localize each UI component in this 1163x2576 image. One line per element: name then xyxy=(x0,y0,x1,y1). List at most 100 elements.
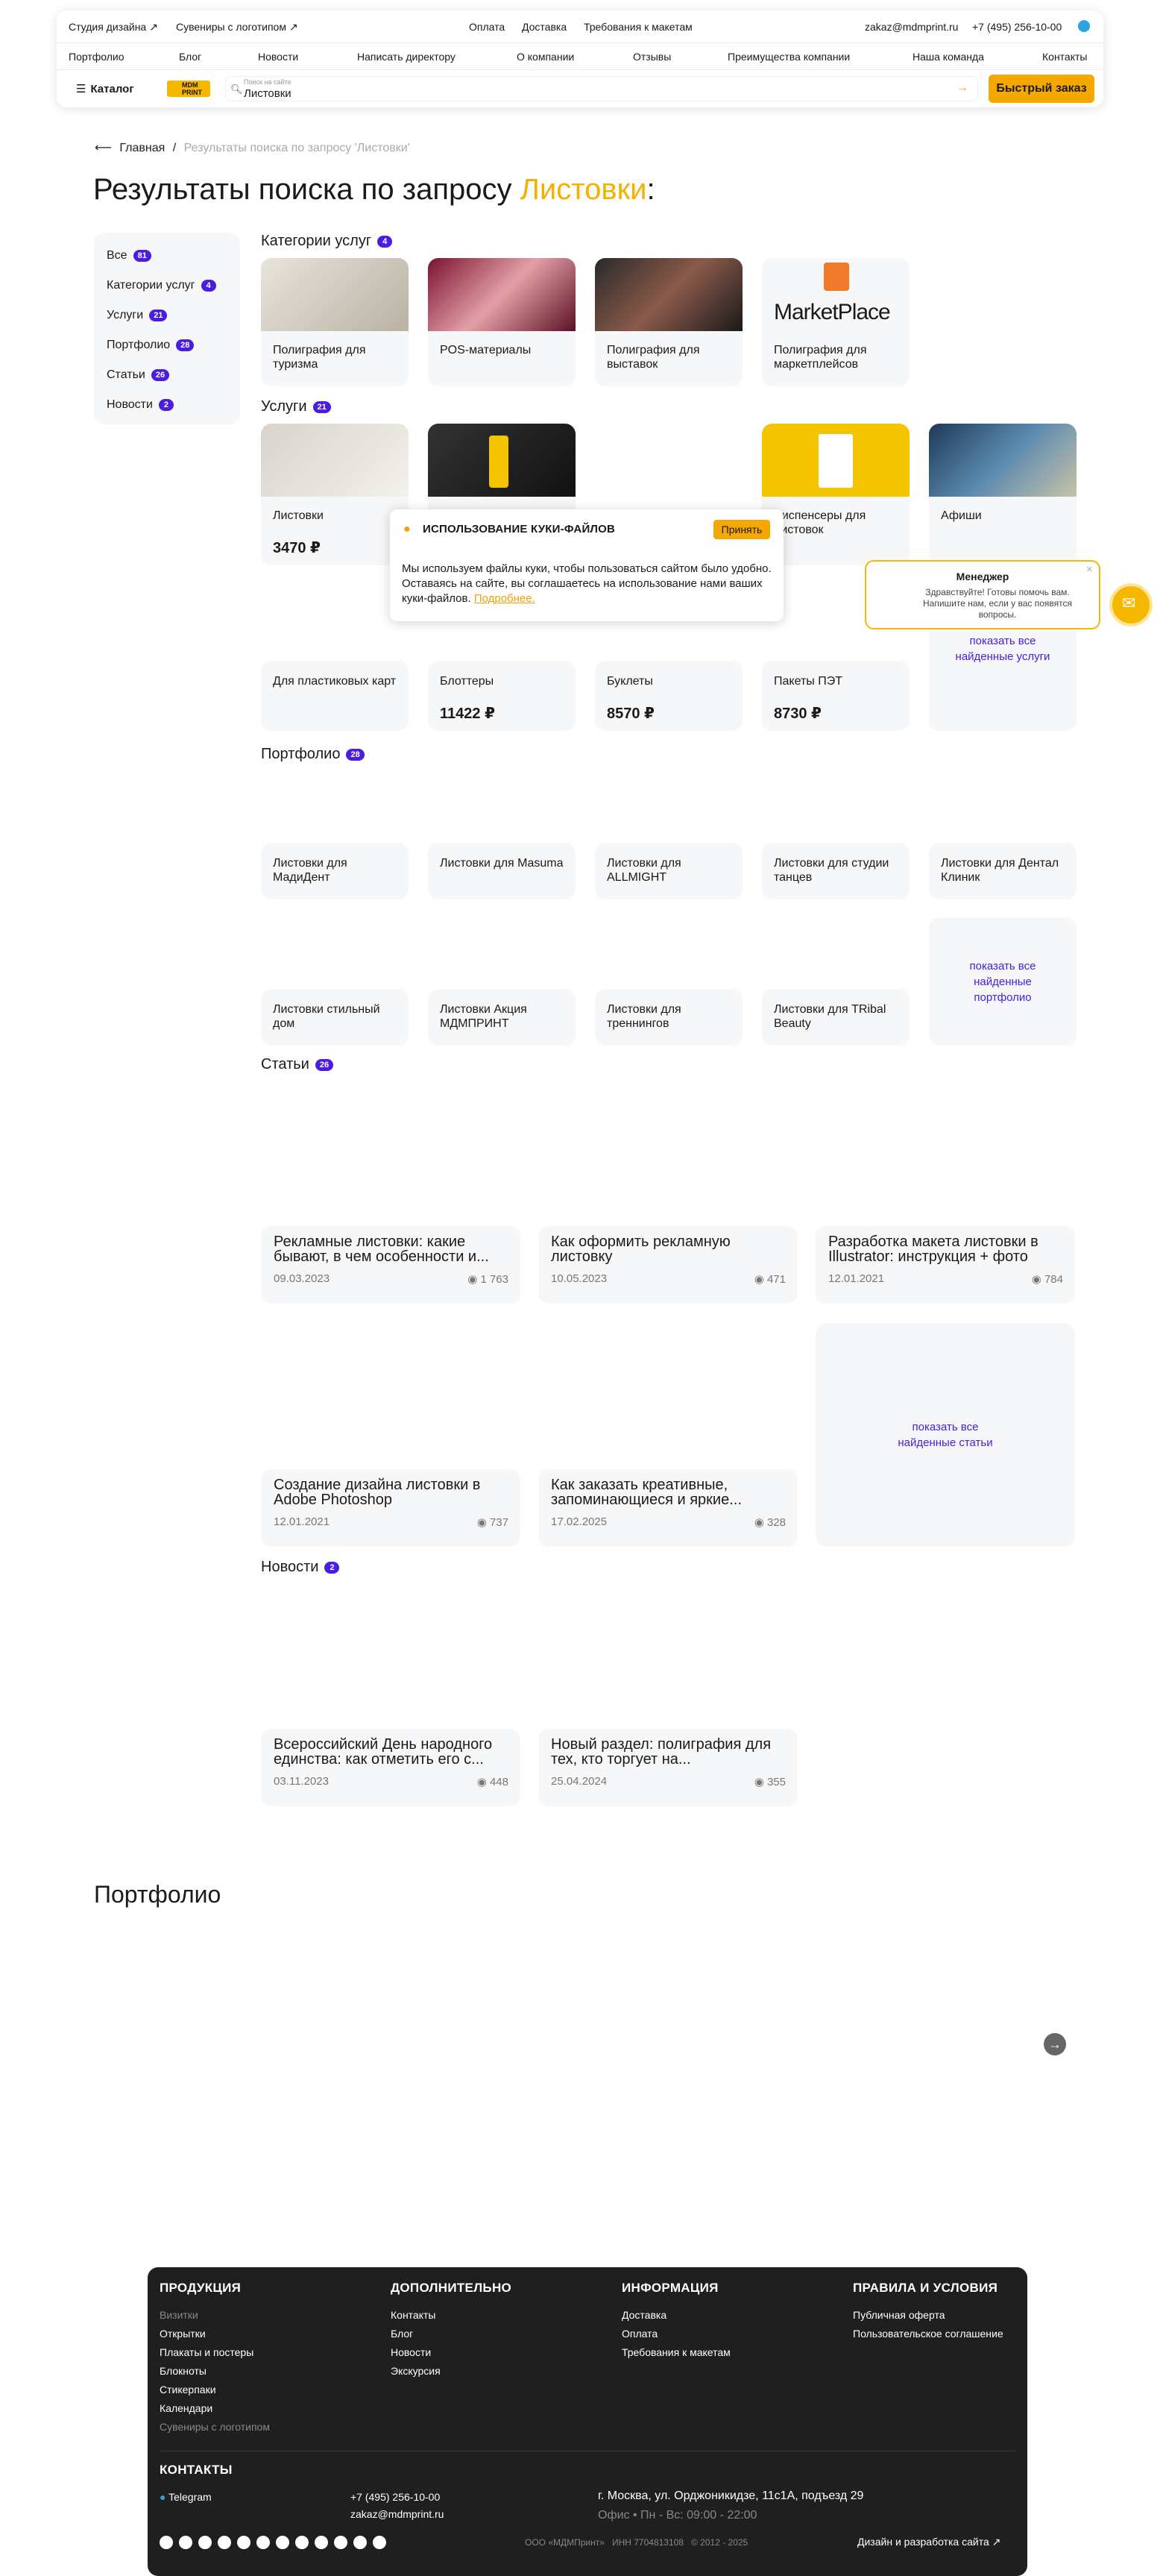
chat-button[interactable]: ✉ xyxy=(1109,583,1153,626)
article-card[interactable]: Рекламные листовки: какие бывают, в чем … xyxy=(261,1226,520,1304)
site-logo[interactable]: MDM PRINT xyxy=(167,81,210,97)
footer-email[interactable]: zakaz@mdmprint.ru xyxy=(350,2508,444,2520)
habr-icon[interactable] xyxy=(237,2536,250,2549)
nav-news[interactable]: Новости xyxy=(258,51,298,63)
filter-portfolio[interactable]: Портфолио 28 xyxy=(107,339,195,352)
filter-categories[interactable]: Категории услуг 4 xyxy=(107,279,216,292)
section-services-title: Услуги 21 xyxy=(261,398,331,415)
footer-phone[interactable]: +7 (495) 256-10-00 xyxy=(350,2491,440,2503)
service-card[interactable]: Блоттеры 11422 ₽ xyxy=(428,661,576,731)
footer-link[interactable]: Экскурсия xyxy=(391,2365,441,2377)
catalog-button[interactable]: ☰ Каталог xyxy=(67,77,145,101)
youtube-icon[interactable] xyxy=(218,2536,231,2549)
tumblr-icon[interactable] xyxy=(334,2536,347,2549)
article-card[interactable]: Создание дизайна листовки в Adobe Photos… xyxy=(261,1469,520,1547)
carousel-next-button[interactable]: → xyxy=(1044,2033,1066,2055)
footer-link[interactable]: Визитки xyxy=(160,2309,198,2321)
service-card[interactable]: Пакеты ПЭТ 8730 ₽ xyxy=(762,661,910,731)
nav-write-director[interactable]: Написать директору xyxy=(357,51,456,63)
footer-link[interactable]: Контакты xyxy=(391,2309,435,2321)
nav-contacts[interactable]: Контакты xyxy=(1042,51,1087,63)
nav-reviews[interactable]: Отзывы xyxy=(633,51,671,63)
payment-link[interactable]: Оплата xyxy=(469,21,505,33)
cookie-accept-button[interactable]: Принять xyxy=(713,520,770,539)
filter-all[interactable]: Все 81 xyxy=(107,249,151,263)
show-all-articles-link[interactable]: показать все найденные статьи xyxy=(816,1323,1075,1547)
footer-link[interactable]: Оплата xyxy=(622,2328,658,2340)
filter-label: Портфолио xyxy=(107,339,171,351)
footer-link[interactable]: Плакаты и постеры xyxy=(160,2346,253,2358)
header-phone[interactable]: +7 (495) 256-10-00 xyxy=(972,21,1062,33)
category-card[interactable]: MarketPlace Полиграфия для маркетплейсов xyxy=(762,258,910,386)
filter-articles[interactable]: Статьи 26 xyxy=(107,368,170,382)
header-email[interactable]: zakaz@mdmprint.ru xyxy=(865,21,958,33)
article-card[interactable]: Как заказать креативные, запоминающиеся … xyxy=(538,1469,798,1547)
souvenirs-link[interactable]: Сувениры с логотипом ↗ xyxy=(176,21,298,34)
filter-news[interactable]: Новости 2 xyxy=(107,398,174,412)
article-card[interactable]: Как оформить рекламную листовку 10.05.20… xyxy=(538,1226,798,1304)
portfolio-card[interactable]: Листовки для Дентал Клиник xyxy=(929,843,1077,899)
video-icon[interactable] xyxy=(353,2536,367,2549)
category-card[interactable]: POS-материалы xyxy=(428,258,576,386)
news-card[interactable]: Всероссийский День народного единства: к… xyxy=(261,1729,520,1806)
show-all-portfolio-link[interactable]: показать все найденные портфолио xyxy=(929,917,1077,1046)
portfolio-card[interactable]: Листовки для МадиДент xyxy=(261,843,409,899)
delivery-link[interactable]: Доставка xyxy=(522,21,567,33)
requirements-link[interactable]: Требования к макетам xyxy=(584,21,693,33)
service-card[interactable]: Листовки 3470 ₽ xyxy=(261,424,409,565)
category-card[interactable]: Полиграфия для выставок xyxy=(595,258,743,386)
search-submit-icon[interactable]: → xyxy=(956,81,968,95)
pinterest-icon[interactable] xyxy=(295,2536,309,2549)
service-card[interactable]: Диспенсеры для листовок xyxy=(762,424,910,565)
footer-link[interactable]: Открытки xyxy=(160,2328,206,2340)
footer-link[interactable]: Требования к макетам xyxy=(622,2346,731,2358)
tiktok-icon[interactable] xyxy=(315,2536,328,2549)
portfolio-card[interactable]: Листовки для TRibal Beauty xyxy=(762,989,910,1046)
service-card[interactable]: Для пластиковых карт xyxy=(261,661,409,731)
search-input[interactable]: Листовки xyxy=(244,87,291,100)
cookie-more-link[interactable]: Подробнее. xyxy=(474,592,535,605)
article-card[interactable]: Разработка макета листовки в Illustrator… xyxy=(816,1226,1075,1304)
footer-link[interactable]: Пользовательское соглашение xyxy=(853,2328,1003,2340)
footer-link[interactable]: Блокноты xyxy=(160,2365,207,2377)
instagram-icon[interactable] xyxy=(198,2536,212,2549)
portfolio-card[interactable]: Листовки для студии танцев xyxy=(762,843,910,899)
footer-link[interactable]: Календари xyxy=(160,2402,212,2414)
footer-link[interactable]: Доставка xyxy=(622,2309,666,2321)
footer-telegram[interactable]: ● Telegram xyxy=(160,2491,212,2503)
telegram-icon[interactable] xyxy=(160,2536,173,2549)
footer-link[interactable]: Новости xyxy=(391,2346,431,2358)
nav-team[interactable]: Наша команда xyxy=(913,51,984,63)
nav-advantages[interactable]: Преимущества компании xyxy=(728,51,850,63)
category-card[interactable]: Полиграфия для туризма xyxy=(261,258,409,386)
search-box[interactable]: 🔍︎ Поиск на сайте Листовки → xyxy=(225,76,978,101)
portfolio-card[interactable]: Листовки для ALLMIGHT xyxy=(595,843,743,899)
footer-link[interactable]: Блог xyxy=(391,2328,413,2340)
search-placeholder: Поиск на сайте xyxy=(244,78,291,86)
nav-blog[interactable]: Блог xyxy=(179,51,201,63)
service-card[interactable]: Буклеты 8570 ₽ xyxy=(595,661,743,731)
vk-icon[interactable] xyxy=(276,2536,289,2549)
mail-icon[interactable] xyxy=(179,2536,192,2549)
nav-about[interactable]: О компании xyxy=(517,51,574,63)
service-card[interactable]: Афиши xyxy=(929,424,1077,565)
nav-portfolio[interactable]: Портфолио xyxy=(69,51,125,63)
footer-link[interactable]: Публичная оферта xyxy=(853,2309,945,2321)
footer-link[interactable]: Сувениры с логотипом xyxy=(160,2421,270,2433)
portfolio-card[interactable]: Листовки Акция МДМПРИНТ xyxy=(428,989,576,1046)
back-arrow-icon[interactable]: ⟵ xyxy=(95,142,112,154)
section-news-title: Новости 2 xyxy=(261,1559,340,1576)
portfolio-card[interactable]: Листовки для Masuma xyxy=(428,843,576,899)
telegram-icon[interactable] xyxy=(1078,20,1090,32)
dzen-icon[interactable] xyxy=(373,2536,386,2549)
news-card[interactable]: Новый раздел: полиграфия для тех, кто то… xyxy=(538,1729,798,1806)
footer-link[interactable]: Стикерпаки xyxy=(160,2384,216,2396)
filter-services[interactable]: Услуги 21 xyxy=(107,309,168,322)
portfolio-card[interactable]: Листовки для треннингов xyxy=(595,989,743,1046)
rutube-icon[interactable] xyxy=(256,2536,270,2549)
breadcrumb-home[interactable]: Главная xyxy=(119,142,165,154)
design-studio-link[interactable]: Студия дизайна ↗ xyxy=(69,21,158,34)
footer-dev-link[interactable]: Дизайн и разработка сайта ↗ xyxy=(857,2536,1000,2548)
fast-order-button[interactable]: Быстрый заказ xyxy=(989,75,1094,103)
portfolio-card[interactable]: Листовки стильный дом xyxy=(261,989,409,1046)
